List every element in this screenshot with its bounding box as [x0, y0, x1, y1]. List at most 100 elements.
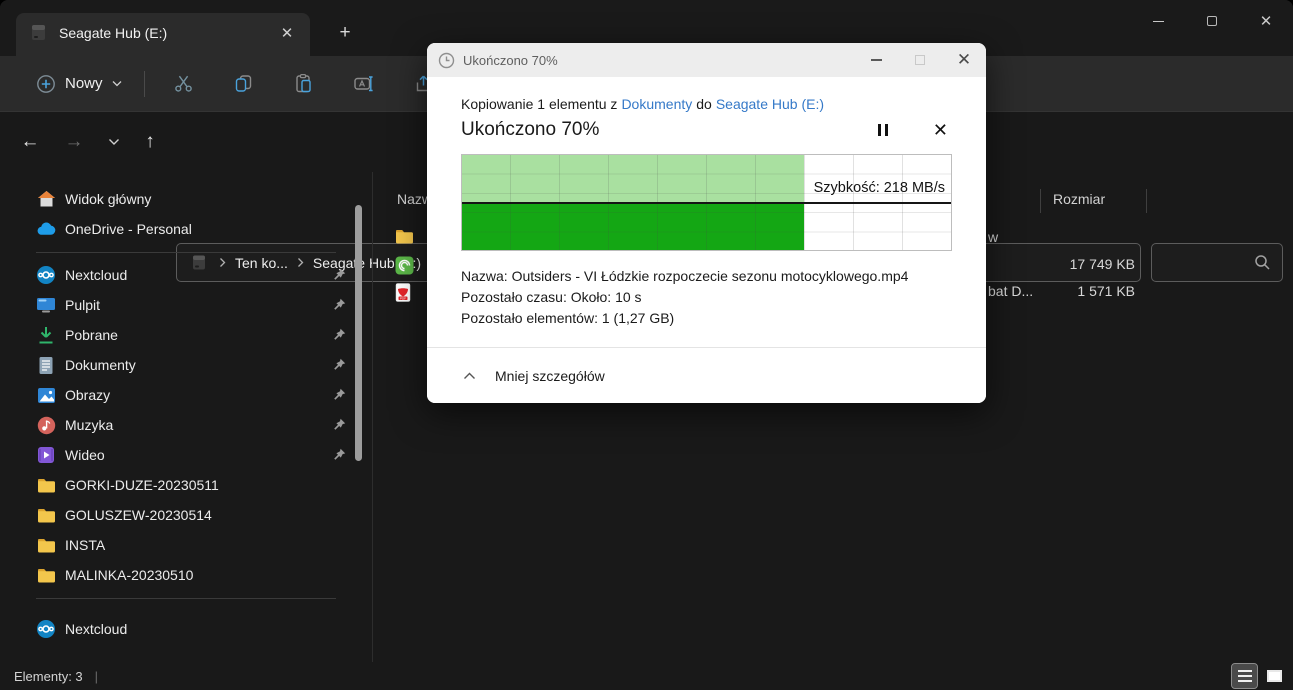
chevron-down-icon: [112, 81, 121, 87]
home-icon: [36, 189, 56, 209]
dialog-titlebar[interactable]: Ukończono 70% ✕: [427, 43, 986, 77]
column-header-size[interactable]: Rozmiar: [1053, 191, 1105, 207]
sidebar-item-label: Pobrane: [65, 327, 118, 343]
column-separator[interactable]: [1146, 189, 1147, 213]
back-button[interactable]: ←: [14, 126, 46, 158]
folder-icon: [36, 565, 56, 585]
tab-seagate-hub[interactable]: Seagate Hub (E:) ✕: [16, 13, 310, 56]
detail-name-line: Nazwa: Outsiders - VI Łódzkie rozpoczeci…: [461, 268, 909, 284]
source-link[interactable]: Dokumenty: [621, 96, 692, 112]
copy-connector: do: [696, 96, 712, 112]
sidebar-item-label: OneDrive - Personal: [65, 221, 192, 237]
sidebar-item-folder[interactable]: INSTA: [0, 530, 372, 560]
folder-icon: [36, 535, 56, 555]
history-dropdown-icon[interactable]: [98, 126, 130, 158]
copy-description: Kopiowanie 1 elementu z Dokumenty do Sea…: [461, 96, 952, 112]
speed-line: [462, 202, 951, 204]
dialog-minimize-button[interactable]: [854, 43, 898, 77]
drive-icon: [28, 23, 50, 43]
pin-icon: [333, 388, 346, 406]
downloads-icon: [36, 325, 56, 345]
sidebar-item-home[interactable]: Widok główny: [0, 184, 372, 214]
cancel-icon[interactable]: ✕: [933, 121, 948, 139]
status-bar: Elementy: 3 |: [0, 662, 1293, 690]
window-minimize-button[interactable]: [1131, 0, 1185, 42]
sidebar-item-nextcloud-bottom[interactable]: Nextcloud: [0, 614, 372, 644]
pictures-icon: [36, 385, 56, 405]
pause-icon[interactable]: [874, 120, 892, 140]
folder-icon: [395, 229, 414, 248]
transfer-details: Nazwa: Outsiders - VI Łódzkie rozpoczeci…: [461, 266, 952, 329]
new-tab-button[interactable]: +: [330, 18, 360, 48]
items-count: Elementy: 3: [14, 668, 83, 684]
documents-icon: [36, 355, 56, 375]
pdf-icon: PDF: [395, 283, 414, 302]
file-type-fragment: w: [988, 229, 999, 245]
progress-heading-row: Ukończono 70% ✕: [461, 119, 952, 141]
sidebar-scrollbar[interactable]: [355, 205, 362, 461]
sidebar-item-downloads[interactable]: Pobrane: [0, 320, 372, 350]
view-large-icon: [1267, 670, 1282, 682]
dialog-title: Ukończono 70%: [463, 52, 558, 68]
nextcloud-icon: [36, 619, 56, 639]
chevron-up-icon: [464, 372, 475, 379]
copy-icon[interactable]: [221, 65, 267, 103]
dialog-close-button[interactable]: ✕: [942, 43, 986, 77]
clock-icon: [438, 52, 455, 68]
sidebar-item-folder[interactable]: GOLUSZEW-20230514: [0, 500, 372, 530]
svg-text:PDF: PDF: [400, 296, 406, 300]
sidebar-item-desktop[interactable]: Pulpit: [0, 290, 372, 320]
detail-time-line: Pozostało czasu: Około: 10 s: [461, 289, 642, 305]
forward-button[interactable]: →: [58, 126, 90, 158]
sidebar-item-videos[interactable]: Wideo: [0, 440, 372, 470]
pin-icon: [333, 298, 346, 316]
sidebar-item-documents[interactable]: Dokumenty: [0, 350, 372, 380]
sidebar-item-nextcloud[interactable]: Nextcloud: [0, 260, 372, 290]
sidebar-item-onedrive[interactable]: OneDrive - Personal: [0, 214, 372, 244]
column-separator[interactable]: [1040, 189, 1041, 213]
seagate-app-icon: [395, 256, 414, 275]
cut-icon[interactable]: [161, 65, 207, 103]
tab-close-icon[interactable]: ✕: [274, 20, 300, 46]
sidebar-item-label: Pulpit: [65, 297, 101, 313]
sidebar-item-folder[interactable]: GORKI-DUZE-20230511: [0, 470, 372, 500]
less-details-toggle[interactable]: Mniej szczegółów: [495, 368, 605, 384]
view-toggle-buttons: [1231, 663, 1287, 689]
sidebar-item-label: Obrazy: [65, 387, 111, 403]
window-maximize-button[interactable]: [1185, 0, 1239, 42]
onedrive-icon: [36, 219, 56, 239]
sidebar-item-label: Dokumenty: [65, 357, 136, 373]
new-button[interactable]: Nowy: [26, 68, 132, 100]
videos-icon: [36, 445, 56, 465]
desktop-icon: [36, 295, 56, 315]
window-close-button[interactable]: ✕: [1239, 0, 1293, 42]
destination-link[interactable]: Seagate Hub (E:): [716, 96, 824, 112]
dialog-footer: Mniej szczegółów: [427, 347, 986, 403]
sidebar-item-label: Widok główny: [65, 191, 152, 207]
plus-circle-icon: [37, 74, 55, 93]
sidebar-item-label: Muzyka: [65, 417, 114, 433]
progress-heading: Ukończono 70%: [461, 119, 600, 140]
up-button[interactable]: ↑: [134, 126, 166, 158]
sidebar: Widok główny OneDrive - Personal Nextclo…: [0, 172, 372, 662]
detail-items-line: Pozostało elementów: 1 (1,27 GB): [461, 310, 675, 326]
view-details-icon: [1237, 670, 1252, 682]
pin-icon: [333, 268, 346, 286]
copy-progress-dialog: Ukończono 70% ✕ Kopiowanie 1 elementu z …: [427, 43, 986, 403]
sidebar-item-music[interactable]: Muzyka: [0, 410, 372, 440]
view-large-icons-button[interactable]: [1262, 664, 1287, 688]
dialog-window-controls: ✕: [854, 43, 986, 77]
sidebar-item-label: MALINKA-20230510: [65, 567, 194, 583]
nextcloud-icon: [36, 265, 56, 285]
new-button-label: Nowy: [65, 75, 103, 92]
sidebar-separator: [0, 244, 372, 260]
window-controls: ✕: [1131, 0, 1293, 42]
sidebar-item-label: INSTA: [65, 537, 106, 553]
rename-icon[interactable]: [341, 65, 387, 103]
view-details-button[interactable]: [1231, 663, 1258, 689]
tab-title: Seagate Hub (E:): [59, 24, 168, 41]
sidebar-item-label: GORKI-DUZE-20230511: [65, 477, 219, 493]
sidebar-item-folder[interactable]: MALINKA-20230510: [0, 560, 372, 590]
paste-icon[interactable]: [281, 65, 327, 103]
sidebar-item-pictures[interactable]: Obrazy: [0, 380, 372, 410]
